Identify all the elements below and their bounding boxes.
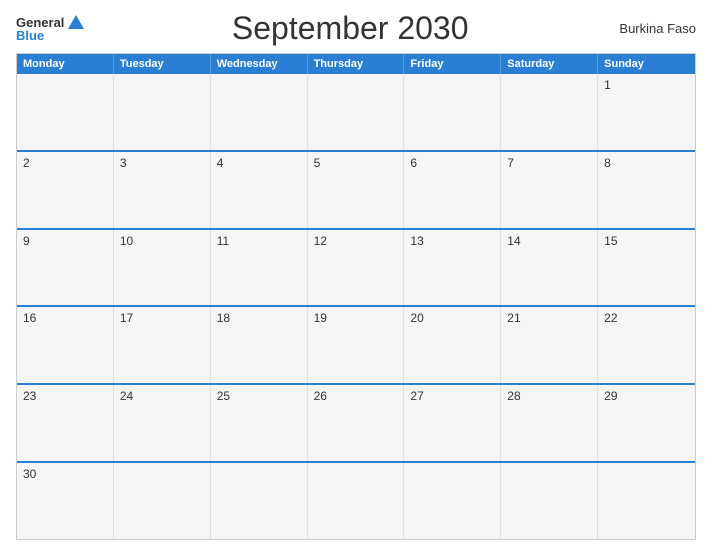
day-number: 7 xyxy=(507,156,514,170)
calendar-cell: 16 xyxy=(17,307,114,383)
day-number: 27 xyxy=(410,389,423,403)
calendar-cell: 1 xyxy=(598,74,695,150)
day-number: 14 xyxy=(507,234,520,248)
day-number: 20 xyxy=(410,311,423,325)
logo-general-text: General xyxy=(16,16,64,29)
header: General Blue September 2030 Burkina Faso xyxy=(16,10,696,47)
calendar-cell xyxy=(404,74,501,150)
calendar-cell: 4 xyxy=(211,152,308,228)
calendar-cell: 30 xyxy=(17,463,114,539)
calendar-body: 1234567891011121314151617181920212223242… xyxy=(17,74,695,539)
calendar-cell: 6 xyxy=(404,152,501,228)
calendar-cell: 22 xyxy=(598,307,695,383)
day-number: 22 xyxy=(604,311,617,325)
calendar-cell xyxy=(211,463,308,539)
day-number: 5 xyxy=(314,156,321,170)
calendar-cell xyxy=(598,463,695,539)
day-number: 23 xyxy=(23,389,36,403)
calendar-cell: 11 xyxy=(211,230,308,306)
country-label: Burkina Faso xyxy=(616,21,696,36)
calendar-cell: 21 xyxy=(501,307,598,383)
day-number: 8 xyxy=(604,156,611,170)
day-number: 1 xyxy=(604,78,611,92)
calendar: MondayTuesdayWednesdayThursdayFridaySatu… xyxy=(16,53,696,540)
header-day-tuesday: Tuesday xyxy=(114,54,211,74)
calendar-cell: 24 xyxy=(114,385,211,461)
calendar-cell: 2 xyxy=(17,152,114,228)
calendar-cell: 17 xyxy=(114,307,211,383)
header-day-saturday: Saturday xyxy=(501,54,598,74)
day-number: 2 xyxy=(23,156,30,170)
header-day-sunday: Sunday xyxy=(598,54,695,74)
calendar-row-4: 23 24 25 26 27 28 29 xyxy=(17,383,695,461)
day-number: 12 xyxy=(314,234,327,248)
logo-triangle-icon xyxy=(68,15,84,29)
calendar-cell xyxy=(404,463,501,539)
calendar-cell: 9 xyxy=(17,230,114,306)
calendar-cell xyxy=(17,74,114,150)
calendar-row-3: 16 17 18 19 20 21 22 xyxy=(17,305,695,383)
calendar-cell: 18 xyxy=(211,307,308,383)
day-number: 28 xyxy=(507,389,520,403)
calendar-cell: 12 xyxy=(308,230,405,306)
day-number: 21 xyxy=(507,311,520,325)
calendar-row-2: 9 10 11 12 13 14 15 xyxy=(17,228,695,306)
header-day-thursday: Thursday xyxy=(308,54,405,74)
calendar-cell xyxy=(501,74,598,150)
calendar-cell xyxy=(308,463,405,539)
calendar-cell: 7 xyxy=(501,152,598,228)
calendar-cell xyxy=(114,74,211,150)
day-number: 10 xyxy=(120,234,133,248)
day-number: 24 xyxy=(120,389,133,403)
day-number: 6 xyxy=(410,156,417,170)
calendar-cell: 13 xyxy=(404,230,501,306)
header-day-friday: Friday xyxy=(404,54,501,74)
calendar-cell: 23 xyxy=(17,385,114,461)
header-day-monday: Monday xyxy=(17,54,114,74)
calendar-row-5: 30 xyxy=(17,461,695,539)
day-number: 25 xyxy=(217,389,230,403)
day-number: 16 xyxy=(23,311,36,325)
calendar-cell: 3 xyxy=(114,152,211,228)
calendar-cell xyxy=(211,74,308,150)
day-number: 30 xyxy=(23,467,36,481)
calendar-cell: 14 xyxy=(501,230,598,306)
calendar-cell: 15 xyxy=(598,230,695,306)
calendar-cell xyxy=(114,463,211,539)
logo: General Blue xyxy=(16,15,84,42)
calendar-cell: 26 xyxy=(308,385,405,461)
day-number: 19 xyxy=(314,311,327,325)
calendar-cell: 25 xyxy=(211,385,308,461)
calendar-row-1: 2 3 4 5 6 7 8 xyxy=(17,150,695,228)
calendar-cell: 10 xyxy=(114,230,211,306)
day-number: 13 xyxy=(410,234,423,248)
calendar-row-0: 1 xyxy=(17,74,695,150)
day-number: 3 xyxy=(120,156,127,170)
day-number: 4 xyxy=(217,156,224,170)
day-number: 11 xyxy=(217,234,229,248)
page: General Blue September 2030 Burkina Faso… xyxy=(0,0,712,550)
calendar-cell: 27 xyxy=(404,385,501,461)
calendar-cell xyxy=(501,463,598,539)
calendar-header: MondayTuesdayWednesdayThursdayFridaySatu… xyxy=(17,54,695,74)
day-number: 18 xyxy=(217,311,230,325)
calendar-cell: 20 xyxy=(404,307,501,383)
calendar-cell: 29 xyxy=(598,385,695,461)
calendar-cell xyxy=(308,74,405,150)
logo-blue-text: Blue xyxy=(16,29,44,42)
calendar-cell: 28 xyxy=(501,385,598,461)
calendar-cell: 8 xyxy=(598,152,695,228)
day-number: 9 xyxy=(23,234,30,248)
day-number: 26 xyxy=(314,389,327,403)
header-day-wednesday: Wednesday xyxy=(211,54,308,74)
day-number: 17 xyxy=(120,311,133,325)
calendar-cell: 19 xyxy=(308,307,405,383)
day-number: 15 xyxy=(604,234,617,248)
day-number: 29 xyxy=(604,389,617,403)
calendar-title: September 2030 xyxy=(84,10,616,47)
calendar-cell: 5 xyxy=(308,152,405,228)
